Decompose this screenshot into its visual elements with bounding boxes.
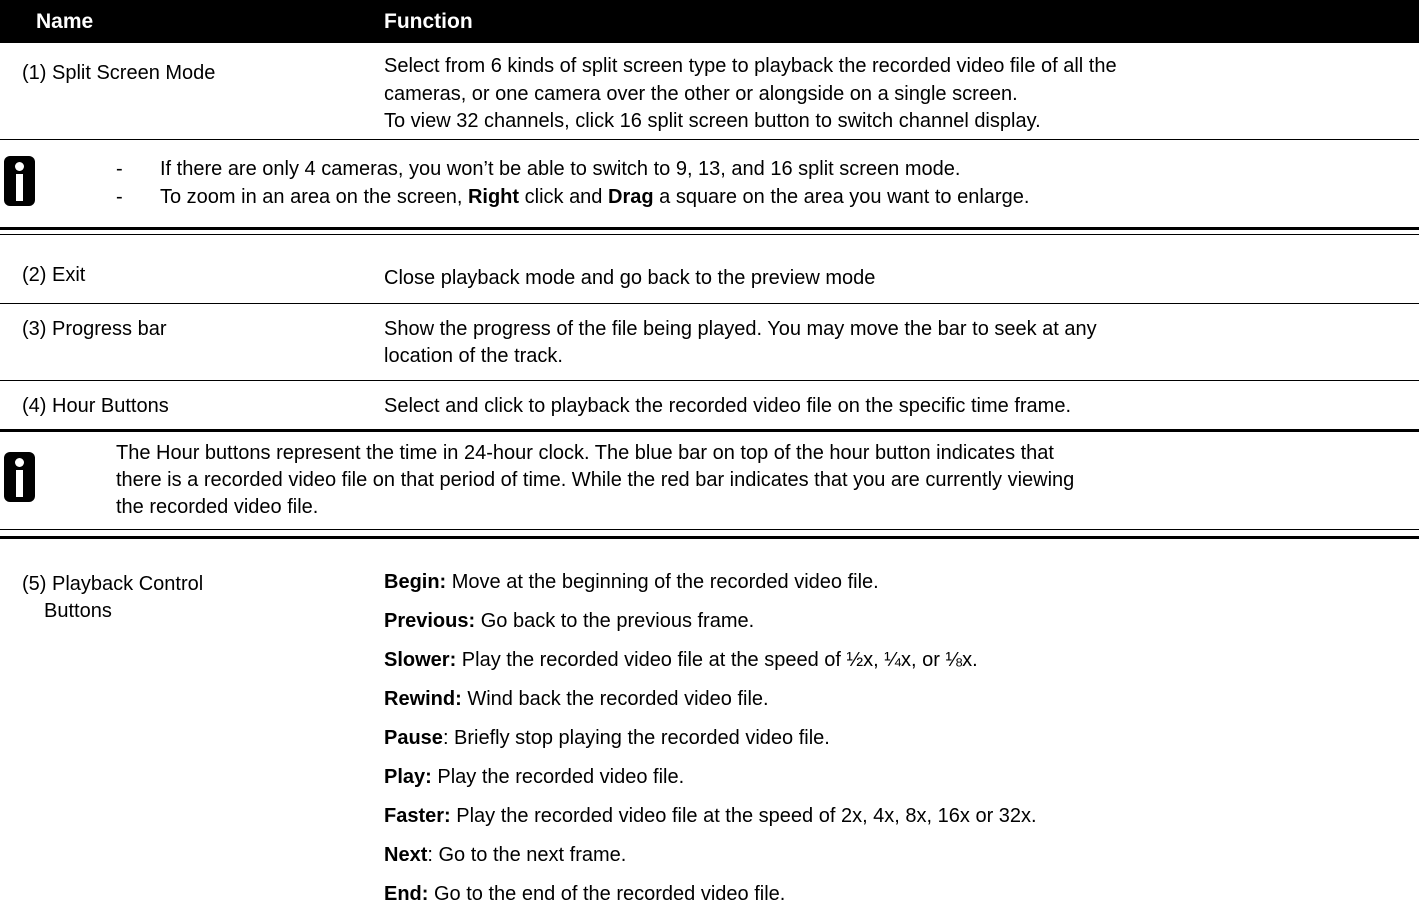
row-name-playback-control: (5) Playback Control [22, 573, 204, 595]
row-name-hour-buttons: (4) Hour Buttons [22, 395, 169, 417]
note-line: - If there are only 4 cameras, you won’t … [116, 156, 960, 183]
control-desc: Move at the beginning of the recorded vi… [446, 571, 879, 593]
table-header [0, 0, 1419, 43]
control-label: Begin: [384, 571, 447, 593]
control-desc: Play the recorded video file. [431, 766, 685, 788]
row-desc-line: cameras, or one camera over the other or… [384, 83, 1018, 105]
control-label: Next [384, 844, 428, 866]
control-desc: : Briefly stop playing the recorded vide… [442, 727, 830, 749]
info-icon [4, 156, 35, 206]
row-desc-line: Show the progress of the file being play… [384, 318, 1097, 340]
control-label: Previous: [384, 610, 476, 632]
row-name-exit: (2) Exit [22, 264, 86, 286]
control-item-faster: Faster: Play the recorded video file at … [384, 803, 1037, 830]
note-text: To zoom in an area on the screen, [160, 186, 468, 208]
divider [0, 139, 1419, 140]
note-line: there is a recorded video file on that p… [116, 469, 1075, 491]
control-item-rewind: Rewind: Wind back the recorded video fil… [384, 686, 769, 713]
row-desc-line: Close playback mode and go back to the p… [384, 267, 876, 289]
note-bold-right: Right [467, 186, 520, 208]
column-header-name: Name [36, 10, 94, 33]
divider [0, 536, 1419, 539]
divider [0, 380, 1419, 381]
divider [0, 529, 1419, 530]
bullet-dash: - [116, 186, 123, 208]
note-text: If there are only 4 cameras, you won’t b… [160, 158, 961, 180]
control-label: Slower: [384, 649, 457, 671]
row-desc-line: To view 32 channels, click 16 split scre… [384, 110, 1041, 132]
control-item-begin: Begin: Move at the beginning of the reco… [384, 569, 879, 596]
info-icon [4, 452, 35, 502]
control-desc: Play the recorded video file at the spee… [456, 649, 978, 671]
control-label: Play: [384, 766, 432, 788]
control-label: Rewind: [384, 688, 462, 710]
row-desc-line: Select from 6 kinds of split screen type… [384, 55, 1117, 77]
note-text: a square on the area you want to enlarge… [653, 186, 1030, 208]
control-item-previous: Previous: Go back to the previous frame. [384, 608, 754, 635]
bullet-dash: - [116, 158, 123, 180]
control-desc: Go back to the previous frame. [475, 610, 755, 632]
control-desc: Go to the end of the recorded video file… [428, 883, 786, 905]
divider [0, 234, 1419, 235]
row-name-split-screen: (1) Split Screen Mode [22, 62, 216, 84]
divider [0, 303, 1419, 304]
note-text: click and [519, 186, 608, 208]
note-bold-drag: Drag [608, 186, 654, 208]
note-line: The Hour buttons represent the time in 2… [116, 442, 1054, 464]
column-header-function: Function [384, 10, 473, 33]
row-desc-line: location of the track. [384, 345, 563, 367]
control-item-next: Next: Go to the next frame. [384, 842, 626, 869]
row-name-progress-bar: (3) Progress bar [22, 318, 167, 340]
control-label: End: [384, 883, 429, 905]
divider [0, 227, 1419, 230]
control-desc: Play the recorded video file at the spee… [450, 805, 1037, 827]
control-label: Pause [384, 727, 443, 749]
divider [0, 429, 1419, 432]
control-item-end: End: Go to the end of the recorded video… [384, 881, 785, 908]
row-name-playback-control-cont: Buttons [44, 600, 112, 622]
row-desc-line: Select and click to playback the recorde… [384, 395, 1072, 417]
control-desc: : Go to the next frame. [427, 844, 627, 866]
control-item-slower: Slower: Play the recorded video file at … [384, 647, 978, 674]
control-item-play: Play: Play the recorded video file. [384, 764, 684, 791]
control-label: Faster: [384, 805, 451, 827]
note-line: the recorded video file. [116, 496, 319, 518]
control-desc: Wind back the recorded video file. [461, 688, 769, 710]
control-item-pause: Pause: Briefly stop playing the recorded… [384, 725, 830, 752]
note-line: - To zoom in an area on the screen, Right… [116, 184, 1029, 211]
